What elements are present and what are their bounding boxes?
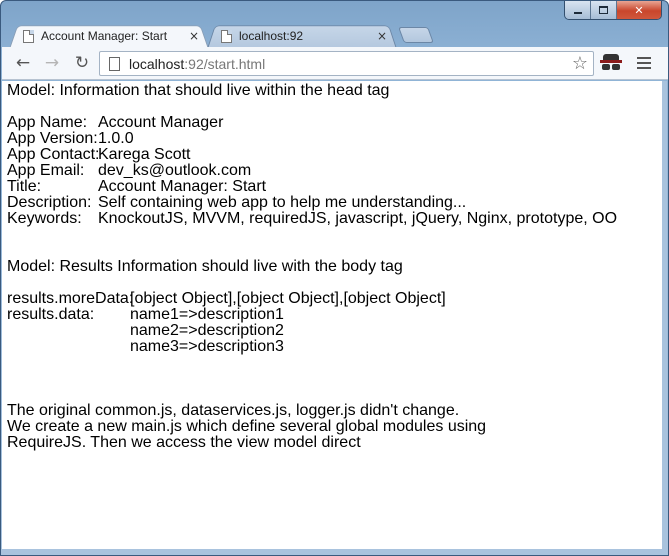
minimize-icon [573,12,582,14]
description-value: Self containing web app to help me under… [98,194,467,211]
reload-button[interactable]: ↻ [70,52,94,74]
forward-button[interactable]: → [40,52,64,74]
tab-title: Account Manager: Start [41,29,168,43]
app-version-label: App Version: [7,130,98,147]
tab-localhost[interactable]: localhost:92 × [207,23,397,49]
back-arrow-icon: ← [15,53,31,73]
app-email-value: dev_ks@outlook.com [98,162,252,179]
incognito-icon [600,53,622,73]
tab-close-icon[interactable]: × [377,29,387,43]
app-name-label: App Name: [7,114,88,131]
tab-account-manager[interactable]: Account Manager: Start × [9,23,209,49]
reload-icon: ↻ [74,53,90,73]
tab-title: localhost:92 [239,29,304,43]
close-window-button[interactable]: ✕ [617,1,661,19]
app-email-label: App Email: [7,162,85,179]
app-name-value: Account Manager [98,114,224,131]
title-label: Title: [7,178,42,195]
app-contact-value: Karega Scott [98,146,191,163]
tab-close-icon[interactable]: × [189,29,199,43]
browser-window: ✕ Account Manager: Start × localhost:92 … [0,0,669,556]
page-content: Model: Information that should live with… [2,81,663,551]
page-favicon-icon [221,29,232,43]
results-data-item: name1=>description1 [130,306,284,323]
app-contact-label: App Contact: [7,146,100,163]
model-body-heading: Model: Results Information should live w… [7,258,403,275]
model-head-heading: Model: Information that should live with… [7,82,390,99]
app-version-value: 1.0.0 [98,130,134,147]
maximize-button[interactable] [591,1,617,19]
window-caption-buttons: ✕ [564,1,662,20]
browser-toolbar: ← → ↻ localhost:92/start.html ☆ [2,47,668,80]
keywords-label: Keywords: [7,210,82,227]
url-host: localhost [129,56,185,72]
window-bottom-border [1,549,668,555]
description-label: Description: [7,194,92,211]
forward-arrow-icon: → [44,53,60,73]
url-text[interactable]: localhost:92/start.html [129,56,265,72]
tab-strip: Account Manager: Start × localhost:92 × [1,19,668,49]
hamburger-menu-icon [637,57,651,69]
title-value: Account Manager: Start [98,178,267,195]
bookmark-star-icon[interactable]: ☆ [572,53,588,74]
note-line: We create a new main.js which define sev… [7,418,487,435]
note-line: RequireJS. Then we access the view model… [7,434,361,451]
more-data-value: [object Object],[object Object],[object … [130,290,446,307]
window-right-border [662,81,667,551]
back-button[interactable]: ← [11,52,35,74]
results-data-item: name2=>description2 [130,322,284,339]
new-tab-button[interactable] [398,27,434,43]
results-data-item: name3=>description3 [130,338,284,355]
page-favicon-icon [23,29,34,43]
maximize-icon [599,6,608,14]
minimize-button[interactable] [565,1,591,19]
more-data-label: results.moreData: [7,290,134,307]
keywords-value: KnockoutJS, MVVM, requiredJS, javascript… [98,210,618,227]
url-path: :92/start.html [184,56,266,72]
chrome-menu-button[interactable] [632,52,656,74]
page-icon [109,57,120,71]
note-line: The original common.js, dataservices.js,… [7,402,460,419]
address-bar[interactable]: localhost:92/start.html ☆ [99,51,594,76]
results-data-label: results.data: [7,306,95,323]
